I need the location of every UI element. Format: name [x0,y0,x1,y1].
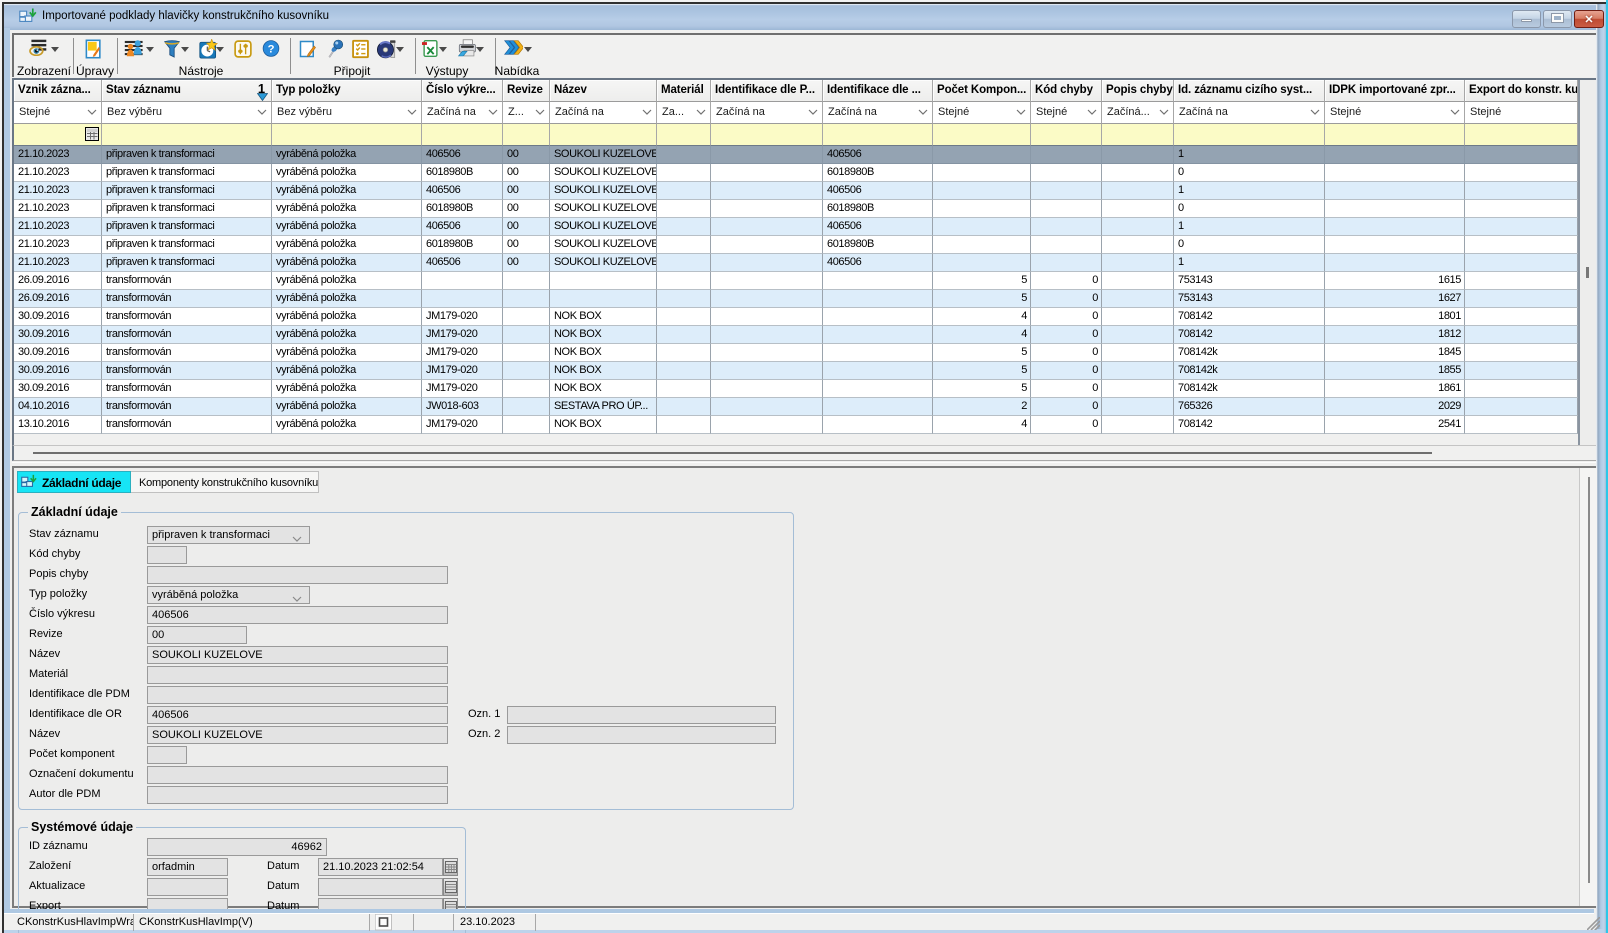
svg-text:?: ? [268,44,275,56]
